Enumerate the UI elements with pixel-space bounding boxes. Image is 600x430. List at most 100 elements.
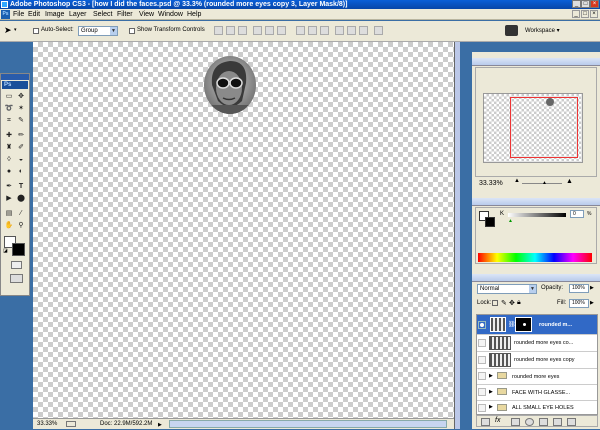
layer-group-row[interactable]: ▶ rounded more eyes bbox=[477, 369, 597, 385]
maximize-button[interactable]: □ bbox=[581, 0, 590, 8]
add-mask-icon[interactable] bbox=[511, 418, 520, 426]
zoom-slider-handle[interactable]: ▲ bbox=[542, 180, 547, 186]
healing-brush-icon[interactable]: ✚ bbox=[4, 131, 14, 140]
menu-help[interactable]: Help bbox=[187, 9, 201, 20]
show-transform-checkbox[interactable] bbox=[129, 28, 135, 34]
fill-field[interactable]: 100% bbox=[569, 299, 589, 308]
status-icon[interactable] bbox=[66, 421, 76, 427]
new-group-icon[interactable] bbox=[539, 418, 548, 426]
auto-align-icon[interactable] bbox=[374, 26, 383, 35]
lock-image-icon[interactable]: ✎ bbox=[501, 299, 507, 307]
group-expand-icon[interactable]: ▶ bbox=[489, 373, 493, 379]
distribute-vcenter-icon[interactable] bbox=[308, 26, 317, 35]
visibility-eye-icon[interactable] bbox=[478, 321, 486, 329]
navigator-view-box[interactable] bbox=[510, 97, 578, 158]
opacity-field[interactable]: 100% bbox=[569, 284, 589, 293]
distribute-hcenter-icon[interactable] bbox=[347, 26, 356, 35]
move-tool-icon[interactable]: ➤ bbox=[4, 25, 12, 36]
shape-tool-icon[interactable]: ⬤ bbox=[16, 194, 26, 203]
menu-edit[interactable]: Edit bbox=[28, 9, 40, 20]
k-value-field[interactable]: 0 bbox=[570, 210, 584, 218]
align-hcenter-icon[interactable] bbox=[265, 26, 274, 35]
hand-tool-icon[interactable]: ✋ bbox=[4, 221, 14, 230]
history-brush-icon[interactable]: ✐ bbox=[16, 143, 26, 152]
slice-tool-icon[interactable]: ✎ bbox=[16, 116, 26, 125]
group-expand-icon[interactable]: ▶ bbox=[489, 404, 493, 410]
fill-chevron-icon[interactable]: ▶ bbox=[590, 300, 594, 306]
type-tool-icon[interactable]: T bbox=[16, 182, 26, 191]
opacity-chevron-icon[interactable]: ▶ bbox=[590, 285, 594, 291]
k-slider-handle[interactable]: ▲ bbox=[508, 218, 513, 224]
doc-close-button[interactable]: × bbox=[590, 10, 598, 18]
visibility-eye-icon[interactable] bbox=[478, 372, 486, 380]
distribute-bottom-icon[interactable] bbox=[320, 26, 329, 35]
dodge-tool-icon[interactable]: ◐ bbox=[16, 167, 26, 176]
align-right-icon[interactable] bbox=[277, 26, 286, 35]
navigator-tab-header[interactable] bbox=[472, 58, 600, 66]
distribute-left-icon[interactable] bbox=[335, 26, 344, 35]
layer-row[interactable]: rounded more eyes copy bbox=[477, 352, 597, 369]
menu-view[interactable]: View bbox=[139, 9, 154, 20]
toolbox-header[interactable] bbox=[1, 74, 29, 80]
group-expand-icon[interactable]: ▶ bbox=[489, 389, 493, 395]
magic-wand-icon[interactable]: ✶ bbox=[16, 104, 26, 113]
menu-filter[interactable]: Filter bbox=[117, 9, 133, 20]
auto-select-checkbox[interactable] bbox=[33, 28, 39, 34]
auto-select-dropdown[interactable]: Group ▼ bbox=[78, 26, 118, 36]
delete-layer-icon[interactable] bbox=[567, 418, 576, 426]
canvas[interactable] bbox=[33, 42, 455, 418]
blend-mode-dropdown[interactable]: Normal ▼ bbox=[477, 284, 537, 294]
visibility-eye-icon[interactable] bbox=[478, 388, 486, 396]
menu-layer[interactable]: Layer bbox=[69, 9, 87, 20]
menu-file[interactable]: File bbox=[13, 9, 24, 20]
link-layers-icon[interactable] bbox=[481, 418, 490, 426]
color-tab-header[interactable] bbox=[472, 198, 600, 206]
align-left-icon[interactable] bbox=[253, 26, 262, 35]
layer-style-icon[interactable]: fx bbox=[495, 417, 500, 424]
color-spectrum[interactable] bbox=[478, 253, 592, 262]
layer-mask-thumbnail[interactable] bbox=[515, 317, 532, 332]
zoom-out-icon[interactable]: ▲ bbox=[514, 178, 520, 184]
screen-mode-icon[interactable] bbox=[10, 274, 23, 283]
brush-tool-icon[interactable]: ✏ bbox=[16, 131, 26, 140]
k-slider[interactable] bbox=[508, 213, 566, 217]
distribute-top-icon[interactable] bbox=[296, 26, 305, 35]
zoom-in-icon[interactable]: ▲ bbox=[566, 178, 573, 185]
crop-tool-icon[interactable]: ⌗ bbox=[4, 116, 14, 125]
navigator-zoom[interactable]: 33.33% bbox=[479, 180, 503, 187]
lasso-tool-icon[interactable]: ➰ bbox=[4, 104, 14, 113]
background-color-swatch[interactable] bbox=[12, 243, 25, 256]
default-colors-icon[interactable]: ◪ bbox=[3, 248, 8, 254]
zoom-level[interactable]: 33.33% bbox=[37, 419, 57, 429]
doc-minimize-button[interactable]: _ bbox=[572, 10, 580, 18]
lock-position-icon[interactable]: ✥ bbox=[509, 299, 515, 307]
pen-tool-icon[interactable]: ✒ bbox=[4, 182, 14, 191]
color-bg-swatch[interactable] bbox=[485, 217, 495, 227]
align-bottom-icon[interactable] bbox=[238, 26, 247, 35]
lock-all-icon[interactable]: 🔒︎ bbox=[517, 299, 521, 307]
minimize-button[interactable]: _ bbox=[572, 0, 581, 8]
workspace-button[interactable]: Workspace ▾ bbox=[525, 25, 572, 37]
bridge-icon[interactable] bbox=[505, 25, 518, 36]
paint-bucket-icon[interactable]: ◒ bbox=[16, 155, 26, 164]
menu-image[interactable]: Image bbox=[45, 9, 64, 20]
blur-tool-icon[interactable]: ● bbox=[4, 167, 14, 176]
doc-restore-button[interactable]: □ bbox=[581, 10, 589, 18]
visibility-eye-icon[interactable] bbox=[478, 404, 486, 412]
adjustment-layer-icon[interactable] bbox=[525, 418, 534, 426]
layer-group-row[interactable]: ▶ ALL SMALL EYE HOLES bbox=[477, 401, 597, 415]
zoom-tool-icon[interactable]: ⚲ bbox=[16, 221, 26, 230]
layers-tab-header[interactable] bbox=[472, 274, 600, 282]
clone-stamp-icon[interactable]: ♜ bbox=[4, 143, 14, 152]
align-vcenter-icon[interactable] bbox=[226, 26, 235, 35]
marquee-tool-icon[interactable]: ▭ bbox=[4, 92, 14, 101]
new-layer-icon[interactable] bbox=[553, 418, 562, 426]
visibility-eye-icon[interactable] bbox=[478, 356, 486, 364]
layer-row[interactable]: rounded more eyes co... bbox=[477, 335, 597, 352]
eraser-tool-icon[interactable]: ◊ bbox=[4, 155, 14, 164]
ps-menu-icon[interactable]: Ps bbox=[1, 10, 10, 19]
close-button[interactable]: × bbox=[590, 0, 599, 8]
menu-window[interactable]: Window bbox=[158, 9, 183, 20]
menu-select[interactable]: Select bbox=[93, 9, 112, 20]
lock-transparent-icon[interactable] bbox=[492, 300, 498, 306]
